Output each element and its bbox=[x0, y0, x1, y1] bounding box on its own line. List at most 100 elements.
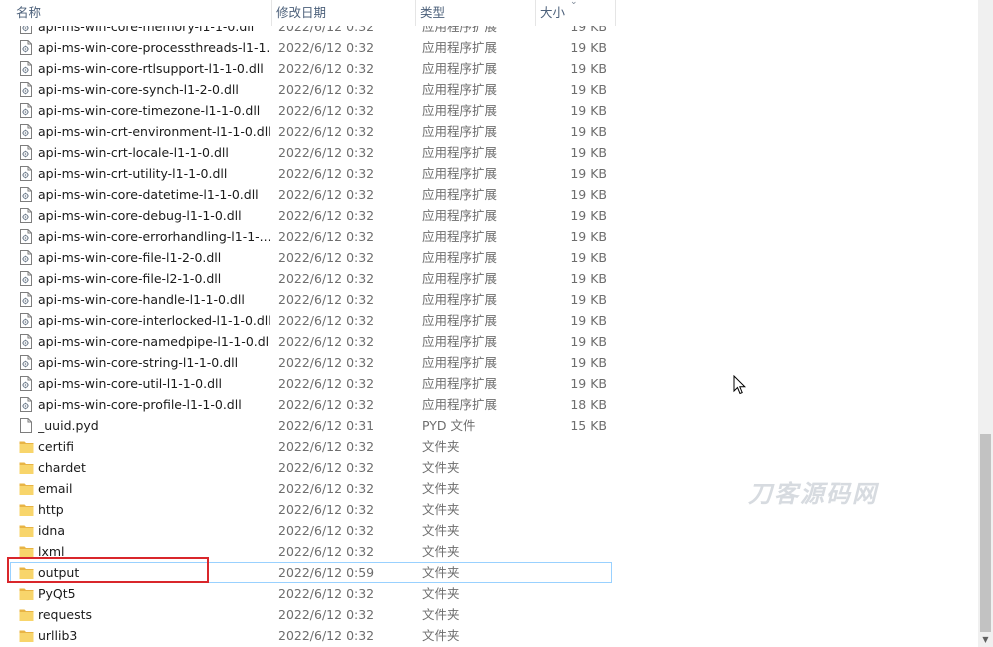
file-row[interactable]: _uuid.pyd 2022/6/12 0:31 PYD 文件 15 KB bbox=[0, 415, 978, 436]
file-type: 应用程序扩展 bbox=[422, 271, 498, 286]
folder-icon bbox=[19, 439, 34, 454]
file-date: 2022/6/12 0:32 bbox=[278, 82, 375, 97]
file-size: 19 KB bbox=[570, 229, 607, 244]
file-type: 应用程序扩展 bbox=[422, 82, 498, 97]
file-size: 19 KB bbox=[570, 376, 607, 391]
file-type: 文件夹 bbox=[422, 565, 460, 580]
file-date: 2022/6/12 0:32 bbox=[278, 271, 375, 286]
file-type: 应用程序扩展 bbox=[422, 26, 498, 34]
dll-file-icon bbox=[19, 313, 33, 328]
file-row[interactable]: PyQt5 2022/6/12 0:32 文件夹 bbox=[0, 583, 978, 604]
file-name: api-ms-win-core-handle-l1-1-0.dll bbox=[38, 292, 245, 307]
file-row[interactable]: api-ms-win-core-debug-l1-1-0.dll 2022/6/1… bbox=[0, 205, 978, 226]
file-date: 2022/6/12 0:32 bbox=[278, 544, 375, 559]
file-type: 应用程序扩展 bbox=[422, 250, 498, 265]
dll-file-icon bbox=[19, 271, 33, 286]
folder-icon bbox=[19, 502, 34, 517]
file-row[interactable]: api-ms-win-crt-locale-l1-1-0.dll 2022/6/1… bbox=[0, 142, 978, 163]
file-row[interactable]: api-ms-win-core-profile-l1-1-0.dll 2022/6… bbox=[0, 394, 978, 415]
file-name: api-ms-win-core-string-l1-1-0.dll bbox=[38, 355, 239, 370]
folder-icon bbox=[19, 607, 34, 622]
file-type: 应用程序扩展 bbox=[422, 124, 498, 139]
file-type: 应用程序扩展 bbox=[422, 103, 498, 118]
file-date: 2022/6/12 0:32 bbox=[278, 61, 375, 76]
file-row[interactable]: api-ms-win-core-util-l1-1-0.dll 2022/6/12… bbox=[0, 373, 978, 394]
annotation-highlight-box bbox=[7, 557, 209, 583]
file-date: 2022/6/12 0:32 bbox=[278, 439, 375, 454]
file-size: 19 KB bbox=[570, 145, 607, 160]
file-row[interactable]: api-ms-win-core-timezone-l1-1-0.dll 2022/… bbox=[0, 100, 978, 121]
dll-file-icon bbox=[19, 40, 33, 55]
file-type: 应用程序扩展 bbox=[422, 376, 498, 391]
file-date: 2022/6/12 0:32 bbox=[278, 460, 375, 475]
file-name: idna bbox=[38, 523, 65, 538]
file-row[interactable]: api-ms-win-core-file-l2-1-0.dll 2022/6/12… bbox=[0, 268, 978, 289]
file-type: 应用程序扩展 bbox=[422, 208, 498, 223]
folder-icon bbox=[19, 481, 34, 496]
sort-indicator-icon: ⌄ bbox=[570, 0, 578, 7]
file-type: 文件夹 bbox=[422, 544, 460, 559]
file-row[interactable]: api-ms-win-core-rtlsupport-l1-1-0.dll 202… bbox=[0, 58, 978, 79]
file-row[interactable]: certifi 2022/6/12 0:32 文件夹 bbox=[0, 436, 978, 457]
file-type: 应用程序扩展 bbox=[422, 292, 498, 307]
file-name: api-ms-win-crt-environment-l1-1-0.dll bbox=[38, 124, 270, 139]
watermark: 刀客源码网 bbox=[748, 480, 878, 508]
file-rows: api-ms-win-core-memory-l1-1-0.dll 2022/6/… bbox=[0, 26, 978, 646]
dll-file-icon bbox=[19, 376, 33, 391]
scrollbar-thumb[interactable] bbox=[980, 434, 991, 632]
folder-icon bbox=[19, 628, 34, 643]
file-row[interactable]: api-ms-win-core-memory-l1-1-0.dll 2022/6/… bbox=[0, 26, 978, 37]
vertical-scrollbar[interactable]: ▼ bbox=[978, 0, 993, 647]
file-row[interactable]: idna 2022/6/12 0:32 文件夹 bbox=[0, 520, 978, 541]
folder-icon bbox=[19, 523, 34, 538]
file-row[interactable]: api-ms-win-core-handle-l1-1-0.dll 2022/6/… bbox=[0, 289, 978, 310]
file-name: api-ms-win-core-interlocked-l1-1-0.dll bbox=[38, 313, 270, 328]
file-date: 2022/6/12 0:31 bbox=[278, 418, 375, 433]
column-header-type[interactable]: 类型 bbox=[416, 0, 536, 26]
file-row[interactable]: api-ms-win-crt-environment-l1-1-0.dll 202… bbox=[0, 121, 978, 142]
column-header-date[interactable]: 修改日期 bbox=[272, 0, 416, 26]
file-size: 19 KB bbox=[570, 61, 607, 76]
file-date: 2022/6/12 0:32 bbox=[278, 292, 375, 307]
file-row[interactable]: api-ms-win-core-interlocked-l1-1-0.dll 20… bbox=[0, 310, 978, 331]
file-row[interactable]: api-ms-win-core-namedpipe-l1-1-0.dll 2022… bbox=[0, 331, 978, 352]
file-type: 文件夹 bbox=[422, 523, 460, 538]
file-type: 应用程序扩展 bbox=[422, 313, 498, 328]
file-row[interactable]: api-ms-win-core-file-l1-2-0.dll 2022/6/12… bbox=[0, 247, 978, 268]
dll-file-icon bbox=[19, 187, 33, 202]
scroll-down-arrow-icon[interactable]: ▼ bbox=[978, 632, 993, 647]
file-size: 19 KB bbox=[570, 250, 607, 265]
dll-file-icon bbox=[19, 61, 33, 76]
dll-file-icon bbox=[19, 208, 33, 223]
file-size: 19 KB bbox=[570, 292, 607, 307]
file-name: requests bbox=[38, 607, 93, 622]
file-size: 19 KB bbox=[570, 82, 607, 97]
file-row[interactable]: urllib3 2022/6/12 0:32 文件夹 bbox=[0, 625, 978, 646]
file-date: 2022/6/12 0:32 bbox=[278, 145, 375, 160]
file-name: api-ms-win-core-profile-l1-1-0.dll bbox=[38, 397, 242, 412]
file-size: 19 KB bbox=[570, 166, 607, 181]
file-date: 2022/6/12 0:32 bbox=[278, 481, 375, 496]
file-row[interactable]: api-ms-win-core-processthreads-l1-1... 20… bbox=[0, 37, 978, 58]
file-row[interactable]: api-ms-win-core-string-l1-1-0.dll 2022/6/… bbox=[0, 352, 978, 373]
file-name: api-ms-win-core-debug-l1-1-0.dll bbox=[38, 208, 242, 223]
column-header-name[interactable]: 名称 bbox=[12, 0, 272, 26]
file-row[interactable]: api-ms-win-core-synch-l1-2-0.dll 2022/6/1… bbox=[0, 79, 978, 100]
file-size: 19 KB bbox=[570, 124, 607, 139]
file-date: 2022/6/12 0:59 bbox=[278, 565, 375, 580]
file-name: api-ms-win-core-rtlsupport-l1-1-0.dll bbox=[38, 61, 264, 76]
file-name: _uuid.pyd bbox=[38, 418, 99, 433]
blank-file-icon bbox=[19, 418, 33, 433]
dll-file-icon bbox=[19, 26, 33, 34]
file-type: 文件夹 bbox=[422, 586, 460, 601]
file-name: email bbox=[38, 481, 73, 496]
file-row[interactable]: api-ms-win-core-errorhandling-l1-1-... 20… bbox=[0, 226, 978, 247]
file-type: 文件夹 bbox=[422, 607, 460, 622]
file-row[interactable]: api-ms-win-core-datetime-l1-1-0.dll 2022/… bbox=[0, 184, 978, 205]
file-row[interactable]: requests 2022/6/12 0:32 文件夹 bbox=[0, 604, 978, 625]
file-name: api-ms-win-core-namedpipe-l1-1-0.dll bbox=[38, 334, 270, 349]
file-row[interactable]: api-ms-win-crt-utility-l1-1-0.dll 2022/6/… bbox=[0, 163, 978, 184]
file-date: 2022/6/12 0:32 bbox=[278, 187, 375, 202]
folder-icon bbox=[19, 586, 34, 601]
file-type: 应用程序扩展 bbox=[422, 145, 498, 160]
